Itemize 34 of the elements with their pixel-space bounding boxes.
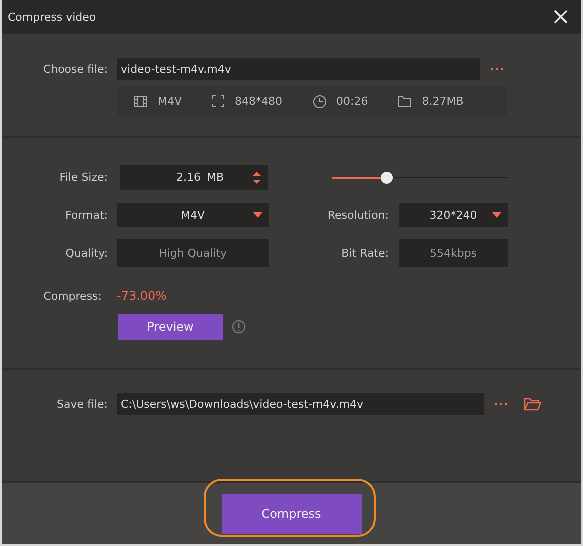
more-button[interactable]: ··· (494, 398, 510, 410)
expand-icon (212, 95, 226, 108)
folder-icon[interactable] (524, 397, 542, 411)
file-size-spinner[interactable]: 2.16 MB (120, 165, 268, 190)
field-label: Choose file: (42, 62, 108, 76)
file-info-text: 8.27MB (422, 95, 464, 108)
file-info-text: 848*480 (235, 95, 283, 108)
clock-icon (312, 94, 327, 108)
file-info-text: M4V (158, 95, 182, 108)
format-dropdown[interactable]: M4V (117, 203, 269, 227)
compress-button[interactable]: Compress (222, 494, 362, 534)
more-button[interactable]: ··· (490, 62, 506, 76)
field-label: Compress: (42, 290, 102, 302)
preview-button[interactable]: Preview (118, 314, 223, 340)
field-label: Save file: (56, 398, 108, 410)
field-label: Format: (64, 208, 108, 222)
folder-icon (398, 96, 412, 108)
compress-ratio: -73.00% (117, 289, 168, 303)
field-label: File Size: (58, 171, 108, 184)
field-label: Bit Rate: (340, 246, 389, 260)
window-title: Compress video (8, 10, 96, 24)
field-label: Quality: (64, 246, 108, 260)
field-label: Resolution: (326, 208, 389, 222)
resolution-dropdown[interactable]: 320*240 (399, 203, 508, 227)
file-name-field[interactable]: video-test-m4v.m4v (117, 58, 480, 80)
close-icon[interactable] (554, 10, 568, 24)
bit-rate-field: 554kbps (399, 239, 508, 267)
caret-icon (253, 212, 263, 218)
save-path-field[interactable]: C:\Users\ws\Downloads\video-test-m4v.m4v (117, 393, 484, 415)
info-icon[interactable] (232, 320, 246, 334)
film-icon (134, 96, 148, 108)
quality-field: High Quality (117, 239, 269, 267)
caret-icon (492, 212, 502, 218)
file-info-text: 00:26 (336, 95, 368, 108)
